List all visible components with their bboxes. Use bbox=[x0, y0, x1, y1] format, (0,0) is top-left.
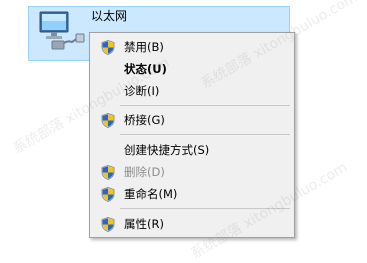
menu-item-label: 诊断(I) bbox=[124, 84, 160, 98]
menu-item-label: 属性(R) bbox=[124, 217, 164, 231]
menu-item-disable[interactable]: 禁用(B) bbox=[92, 36, 292, 58]
menu-item-label: 重命名(M) bbox=[124, 187, 178, 201]
menu-item-status[interactable]: 状态(U) bbox=[92, 58, 292, 80]
menu-item-label: 桥接(G) bbox=[124, 113, 165, 127]
uac-shield-icon bbox=[101, 40, 115, 55]
menu-separator bbox=[120, 105, 290, 106]
menu-item-label: 状态(U) bbox=[124, 62, 167, 76]
menu-item-diagnose[interactable]: 诊断(I) bbox=[92, 80, 292, 102]
menu-item-label: 创建快捷方式(S) bbox=[124, 143, 210, 157]
menu-item-create-shortcut[interactable]: 创建快捷方式(S) bbox=[92, 139, 292, 161]
menu-item-rename[interactable]: 重命名(M) bbox=[92, 183, 292, 205]
uac-shield-icon bbox=[101, 187, 115, 202]
menu-item-label: 删除(D) bbox=[124, 165, 165, 179]
ethernet-title: 以太网 bbox=[91, 9, 128, 23]
menu-item-label: 禁用(B) bbox=[124, 40, 164, 54]
menu-item-delete: 删除(D) bbox=[92, 161, 292, 183]
menu-separator bbox=[120, 208, 290, 209]
menu-item-properties[interactable]: 属性(R) bbox=[92, 213, 292, 235]
menu-item-bridge[interactable]: 桥接(G) bbox=[92, 109, 292, 131]
uac-shield-icon bbox=[101, 165, 115, 180]
uac-shield-icon bbox=[101, 217, 115, 232]
menu-separator bbox=[120, 134, 290, 135]
network-adapter-icon[interactable] bbox=[38, 10, 86, 52]
uac-shield-icon bbox=[101, 113, 115, 128]
context-menu: 禁用(B) 状态(U) 诊断(I) 桥接(G) 创建快捷方式(S) 删除(D) … bbox=[89, 32, 295, 238]
